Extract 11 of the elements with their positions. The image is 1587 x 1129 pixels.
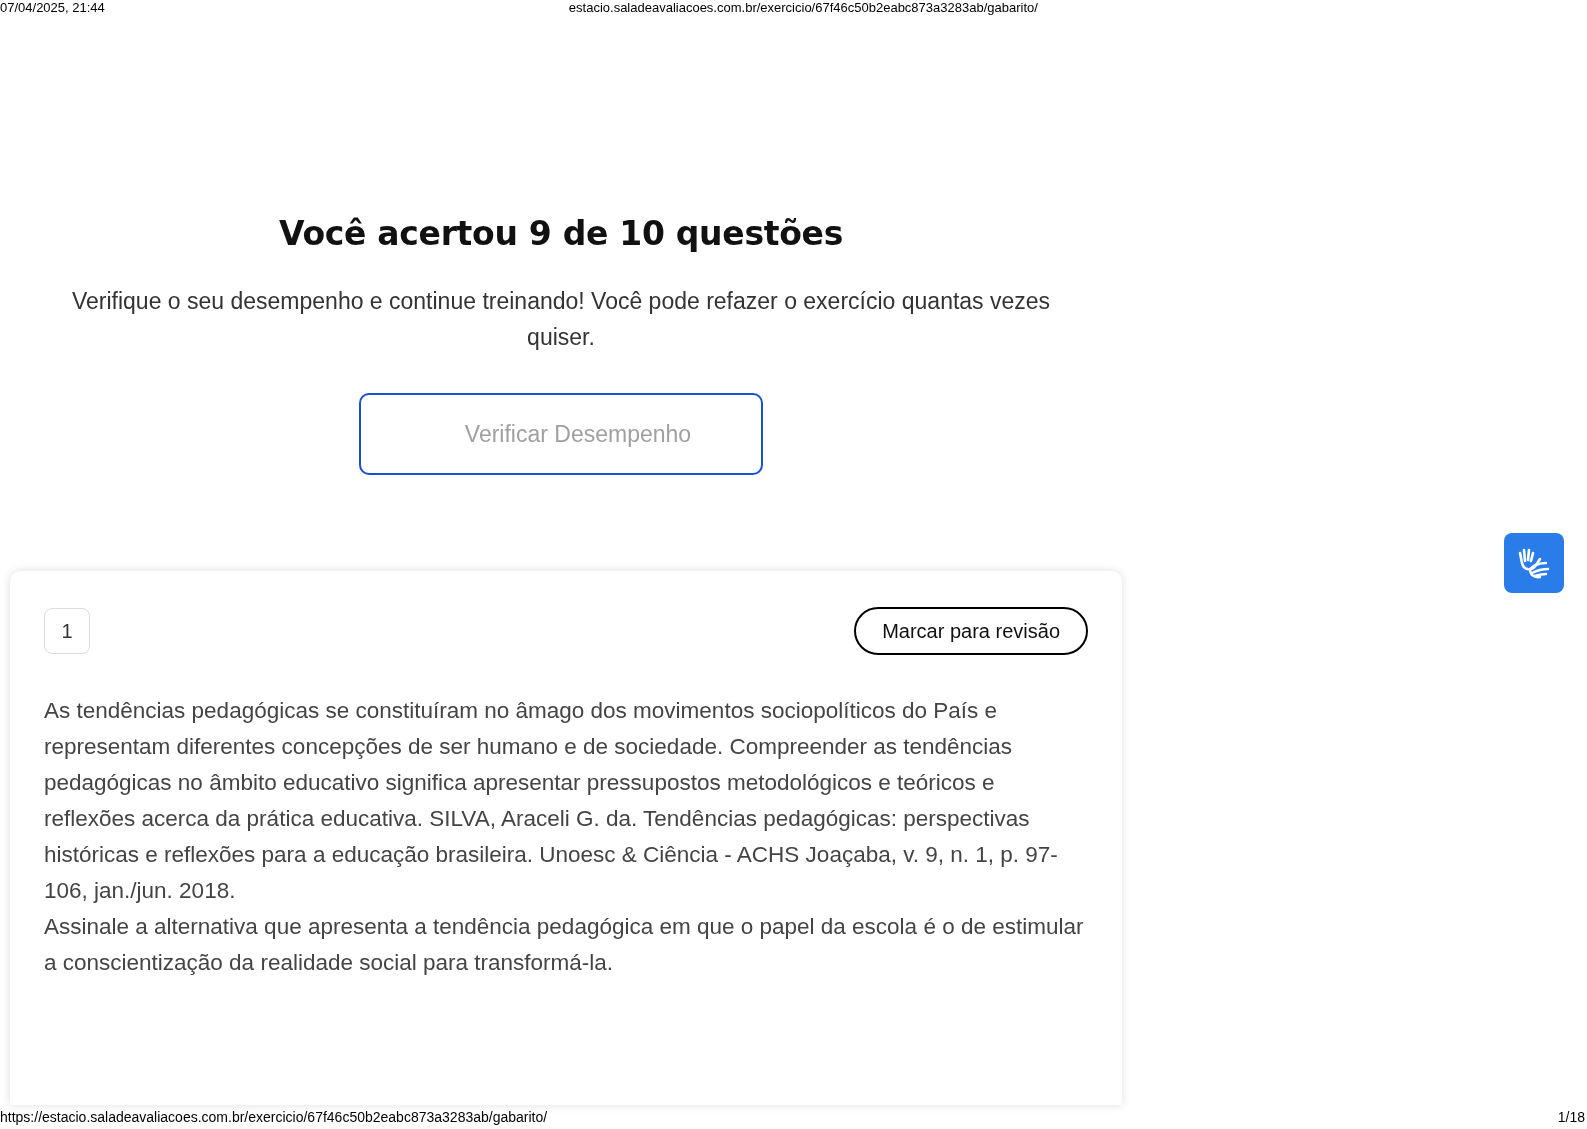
question-text: Assinale a alternativa que apresenta a tendência pedagógica em que o papel da escola é o de estimular a conscientização da realidade social para transformá-la. bbox=[44, 913, 1085, 977]
page-url: estacio.saladeavaliacoes.com.br/exercicio/67f46c50b2eabc873a3283ab/gabarito/ bbox=[568, 0, 1038, 16]
print-date: 07/04/2025, 21:44 bbox=[0, 0, 105, 16]
question-number: 1 bbox=[44, 608, 90, 654]
result-subtitle: Verifique o seu desempenho e continue treinando! Você pode refazer o exercício quantas vezes quiser. bbox=[70, 287, 1052, 352]
result-title: Você acertou 9 de 10 questões bbox=[279, 214, 843, 253]
question-text: As tendências pedagógicas se constituíram no âmago dos movimentos sociopolíticos do País e representam diferentes concepções de ser humano e de sociedade. Compreender as tendências pedagógicas no âmbito educativo significa apresentar pressupostos metodológicos e teóricos e reflexões acerca da prática educativa. SILVA, Araceli G. da. Tendências pedagógicas: perspectivas históricas e reflexões para a educação brasileira. Unoesc & Ciência - ACHS Joaçaba, v. 9, n. 1, p. 97-106, jan./jun. 2018. bbox=[44, 697, 1059, 905]
sign-language-button[interactable] bbox=[1504, 533, 1564, 593]
page-number: 1/18 bbox=[1557, 1108, 1585, 1127]
page-url: https://estacio.saladeavaliacoes.com.br/exercicio/67f46c50b2eabc873a3283ab/gabarito/ bbox=[0, 1108, 548, 1127]
mark-for-review-button[interactable]: Marcar para revisão bbox=[854, 607, 1088, 655]
